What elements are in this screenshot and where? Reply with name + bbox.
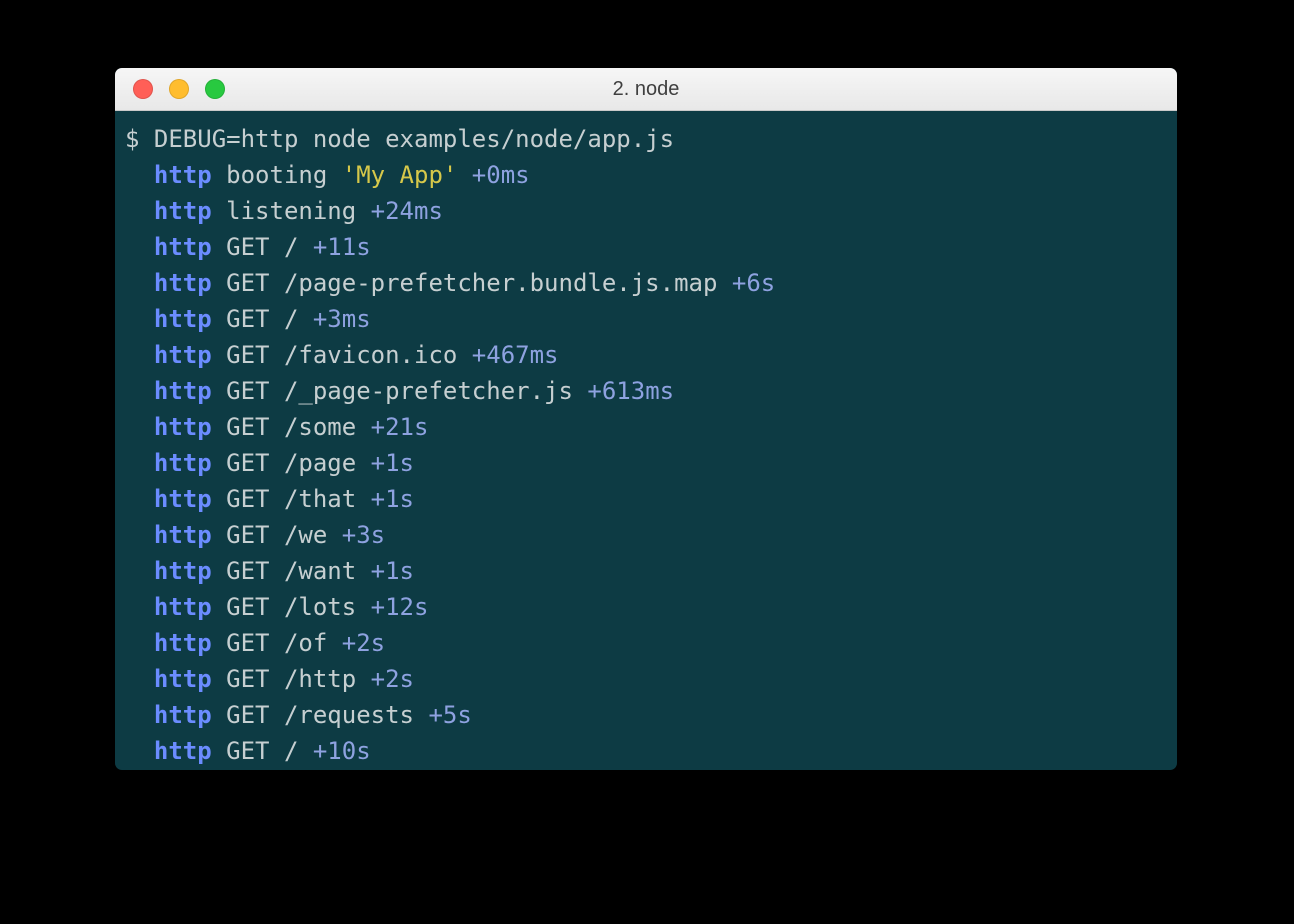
- namespace-tag: http: [154, 485, 212, 513]
- log-line: http GET /we +3s: [125, 517, 1167, 553]
- log-message: GET /some: [226, 413, 371, 441]
- indent: [125, 593, 154, 621]
- elapsed-time: +2s: [342, 629, 385, 657]
- indent: [125, 413, 154, 441]
- indent: [125, 701, 154, 729]
- log-message: GET /requests: [226, 701, 428, 729]
- namespace-tag: http: [154, 269, 212, 297]
- elapsed-time: +613ms: [587, 377, 674, 405]
- log-message: GET /lots: [226, 593, 371, 621]
- log-message: booting: [226, 161, 342, 189]
- indent: [125, 341, 154, 369]
- log-line: http GET / +11s: [125, 229, 1167, 265]
- log-line: http GET /_page-prefetcher.js +613ms: [125, 373, 1167, 409]
- log-line: http listening +24ms: [125, 193, 1167, 229]
- log-line: http GET /page +1s: [125, 445, 1167, 481]
- namespace-tag: http: [154, 197, 212, 225]
- window-titlebar[interactable]: 2. node: [115, 68, 1177, 111]
- namespace-tag: http: [154, 377, 212, 405]
- log-message-tail: [457, 161, 471, 189]
- elapsed-time: +6s: [732, 269, 775, 297]
- elapsed-time: +21s: [371, 413, 429, 441]
- log-message: GET /: [226, 737, 313, 765]
- indent: [125, 665, 154, 693]
- indent: [125, 737, 154, 765]
- namespace-tag: http: [154, 557, 212, 585]
- terminal-window: 2. node $ DEBUG=http node examples/node/…: [115, 68, 1177, 770]
- namespace-tag: http: [154, 665, 212, 693]
- command-text: DEBUG=http node examples/node/app.js: [154, 125, 674, 153]
- indent: [125, 161, 154, 189]
- elapsed-time: +0ms: [472, 161, 530, 189]
- indent: [125, 557, 154, 585]
- log-line: http GET /some +21s: [125, 409, 1167, 445]
- log-message: GET /favicon.ico: [226, 341, 472, 369]
- log-line: http GET / +3ms: [125, 301, 1167, 337]
- indent: [125, 233, 154, 261]
- namespace-tag: http: [154, 521, 212, 549]
- indent: [125, 197, 154, 225]
- namespace-tag: http: [154, 449, 212, 477]
- indent: [125, 629, 154, 657]
- window-title: 2. node: [115, 78, 1177, 101]
- elapsed-time: +24ms: [371, 197, 443, 225]
- log-string-literal: 'My App': [342, 161, 458, 189]
- log-message: GET /we: [226, 521, 342, 549]
- elapsed-time: +11s: [313, 233, 371, 261]
- namespace-tag: http: [154, 629, 212, 657]
- log-line: http booting 'My App' +0ms: [125, 157, 1167, 193]
- indent: [125, 269, 154, 297]
- elapsed-time: +1s: [371, 557, 414, 585]
- log-line: http GET /page-prefetcher.bundle.js.map …: [125, 265, 1167, 301]
- elapsed-time: +1s: [371, 449, 414, 477]
- command-line: $ DEBUG=http node examples/node/app.js: [125, 121, 1167, 157]
- indent: [125, 449, 154, 477]
- log-message: GET /that: [226, 485, 371, 513]
- log-message: GET /http: [226, 665, 371, 693]
- log-line: http GET / +679ms: [125, 769, 1167, 770]
- elapsed-time: +2s: [371, 665, 414, 693]
- prompt-symbol: $: [125, 125, 139, 153]
- log-line: http GET / +10s: [125, 733, 1167, 769]
- namespace-tag: http: [154, 341, 212, 369]
- elapsed-time: +12s: [371, 593, 429, 621]
- log-message: GET /of: [226, 629, 342, 657]
- log-message: listening: [226, 197, 371, 225]
- log-message: GET /_page-prefetcher.js: [226, 377, 587, 405]
- elapsed-time: +1s: [371, 485, 414, 513]
- namespace-tag: http: [154, 413, 212, 441]
- elapsed-time: +3ms: [313, 305, 371, 333]
- namespace-tag: http: [154, 305, 212, 333]
- terminal-output[interactable]: $ DEBUG=http node examples/node/app.js h…: [115, 111, 1177, 770]
- elapsed-time: +10s: [313, 737, 371, 765]
- log-message: GET /: [226, 305, 313, 333]
- close-icon[interactable]: [133, 79, 153, 99]
- log-message: GET /: [226, 233, 313, 261]
- elapsed-time: +5s: [428, 701, 471, 729]
- namespace-tag: http: [154, 233, 212, 261]
- log-line: http GET /lots +12s: [125, 589, 1167, 625]
- indent: [125, 377, 154, 405]
- minimize-icon[interactable]: [169, 79, 189, 99]
- log-line: http GET /want +1s: [125, 553, 1167, 589]
- namespace-tag: http: [154, 701, 212, 729]
- elapsed-time: +3s: [342, 521, 385, 549]
- indent: [125, 521, 154, 549]
- log-line: http GET /that +1s: [125, 481, 1167, 517]
- log-line: http GET /of +2s: [125, 625, 1167, 661]
- log-message: GET /page-prefetcher.bundle.js.map: [226, 269, 732, 297]
- traffic-lights: [115, 79, 225, 99]
- indent: [125, 485, 154, 513]
- zoom-icon[interactable]: [205, 79, 225, 99]
- log-line: http GET /favicon.ico +467ms: [125, 337, 1167, 373]
- log-line: http GET /requests +5s: [125, 697, 1167, 733]
- log-line: http GET /http +2s: [125, 661, 1167, 697]
- namespace-tag: http: [154, 593, 212, 621]
- namespace-tag: http: [154, 737, 212, 765]
- elapsed-time: +467ms: [472, 341, 559, 369]
- indent: [125, 305, 154, 333]
- log-message: GET /want: [226, 557, 371, 585]
- log-message: GET /page: [226, 449, 371, 477]
- namespace-tag: http: [154, 161, 212, 189]
